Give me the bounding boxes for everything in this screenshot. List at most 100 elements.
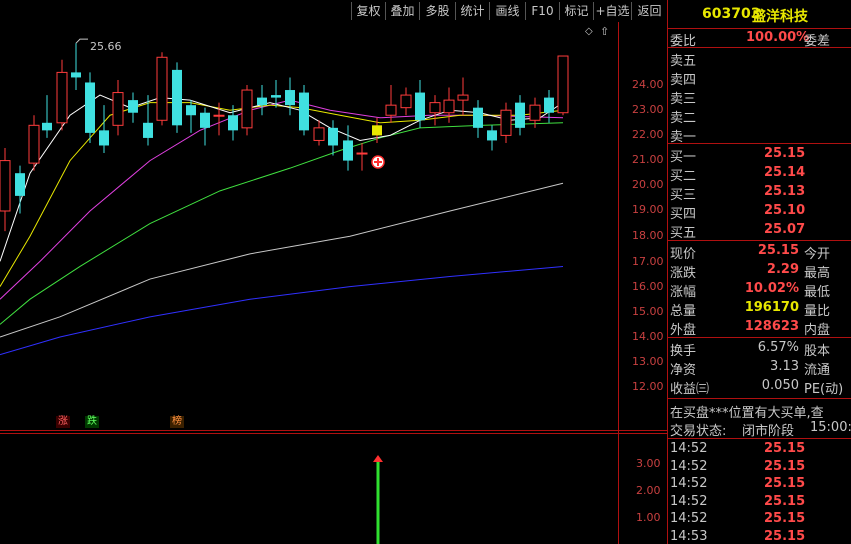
candle-body — [257, 97, 267, 106]
stat-label-2: 今开 — [804, 247, 831, 262]
fund-label: 收益㈢ — [670, 382, 710, 397]
price-tick: 23.00 — [632, 103, 664, 116]
candle-body-up — [0, 160, 11, 212]
candle-body — [415, 92, 425, 121]
draw-line-button[interactable]: 画线 — [489, 2, 525, 20]
statistics-button[interactable]: 统计 — [455, 2, 489, 20]
candle-body — [328, 127, 338, 146]
candle-body — [15, 173, 25, 196]
flag-rank[interactable]: 榜 — [170, 416, 184, 428]
price-tick: 13.00 — [632, 355, 664, 368]
multi-stock-button[interactable]: 多股 — [419, 2, 455, 20]
volume-tick: 3.00 — [636, 457, 661, 470]
price-tick: 22.00 — [632, 128, 664, 141]
candle-body-up — [457, 94, 469, 101]
buy-level-price: 25.13 — [764, 184, 806, 199]
ma60-line — [0, 182, 564, 338]
stat-label: 现价 — [670, 247, 697, 262]
kline-chart-area[interactable] — [0, 22, 667, 544]
trade-status-value: 闭市阶段 — [742, 424, 795, 439]
candle-body-up — [356, 152, 368, 155]
candle-body — [128, 100, 138, 113]
ma30-line — [0, 122, 564, 325]
kline-chart[interactable] — [0, 22, 667, 544]
price-tick: 20.00 — [632, 178, 664, 191]
mark-button[interactable]: 标记 — [559, 2, 593, 20]
candle-body-up — [313, 127, 325, 141]
stat-label-2: 最高 — [804, 266, 831, 281]
signal-arrow-icon — [373, 455, 383, 462]
stat-value: 25.15 — [757, 243, 799, 258]
candle-body — [42, 122, 52, 131]
ma20-line — [0, 99, 564, 300]
price-tick: 19.00 — [632, 203, 664, 216]
candle-body — [372, 125, 382, 136]
trade-status-time: 15:00: — [810, 420, 851, 435]
candle-body-up — [500, 109, 512, 136]
buy-level-price: 25.10 — [764, 203, 806, 218]
tick-price: 25.15 — [764, 528, 806, 544]
weibi-value: 100.00% — [746, 30, 810, 45]
high-marker — [75, 38, 88, 44]
buy-level-label: 买一 — [670, 150, 697, 165]
tick-time: 14:52 — [670, 458, 708, 474]
candle-body-up — [112, 92, 124, 126]
candle-body — [85, 82, 95, 133]
candle-body — [487, 130, 497, 141]
fund-label-2: PE(动) — [804, 382, 844, 397]
flag-up[interactable]: 涨 — [56, 416, 70, 428]
candle-body — [515, 102, 525, 128]
tick-price: 25.15 — [764, 493, 806, 509]
candle-body — [186, 105, 196, 116]
stat-value: 196170 — [744, 300, 799, 315]
tick-time: 14:52 — [670, 476, 708, 491]
ma10-line — [0, 102, 564, 287]
quote-panel: 603703 盛洋科技 委比 100.00% 委差 卖五 卖四 卖三 卖二 卖一 买一 … — [667, 0, 851, 544]
candle-body — [143, 122, 153, 138]
price-tick: 18.00 — [632, 229, 664, 242]
candle-body-up — [156, 56, 168, 121]
stat-label-2: 最低 — [804, 285, 831, 300]
candle-body-up — [213, 114, 225, 117]
fund-label-2: 股本 — [804, 344, 831, 359]
expand-icon[interactable]: ⇧ — [600, 25, 609, 38]
fund-value: 3.13 — [770, 359, 799, 374]
buy-level-label: 买四 — [670, 207, 697, 222]
price-tick: 24.00 — [632, 78, 664, 91]
candle-body-up — [443, 99, 455, 114]
candle-body — [285, 90, 295, 106]
overlay-button[interactable]: 叠加 — [385, 2, 419, 20]
stat-label: 总量 — [670, 304, 697, 319]
sell-level-label: 卖五 — [670, 54, 697, 69]
tick-time: 14:53 — [670, 528, 708, 544]
tick-price: 25.15 — [764, 458, 806, 474]
sell-level-label: 卖二 — [670, 111, 697, 126]
price-tick: 15.00 — [632, 305, 664, 318]
fund-value: 6.57% — [757, 340, 799, 355]
tick-price: 25.15 — [764, 441, 806, 456]
toolbar: 复权 叠加 多股 统计 画线 F10 标记 +自选 返回 — [0, 0, 667, 22]
tick-price: 25.15 — [764, 476, 806, 491]
price-tick: 12.00 — [632, 380, 664, 393]
candle-body — [200, 112, 210, 128]
add-watchlist-button[interactable]: +自选 — [593, 2, 631, 20]
buy-level-label: 买五 — [670, 226, 697, 241]
diamond-icon[interactable]: ◇ — [585, 26, 593, 37]
candle-body-up — [400, 94, 412, 109]
price-tick: 16.00 — [632, 280, 664, 293]
candle-body — [172, 69, 182, 126]
candle-body-up — [241, 89, 253, 129]
candle-body — [544, 97, 554, 113]
stock-name: 盛洋科技 — [752, 9, 808, 25]
candle-body — [228, 115, 238, 131]
back-button[interactable]: 返回 — [631, 2, 667, 20]
f10-button[interactable]: F10 — [525, 2, 559, 20]
tick-time: 14:52 — [670, 493, 708, 509]
flag-down[interactable]: 跌 — [85, 416, 99, 428]
tick-time: 14:52 — [670, 511, 708, 526]
sell-level-label: 卖三 — [670, 92, 697, 107]
candle-body-up — [28, 124, 40, 164]
restore-rights-button[interactable]: 复权 — [351, 2, 385, 20]
volume-tick: 2.00 — [636, 484, 661, 497]
ma120-line — [0, 265, 564, 356]
